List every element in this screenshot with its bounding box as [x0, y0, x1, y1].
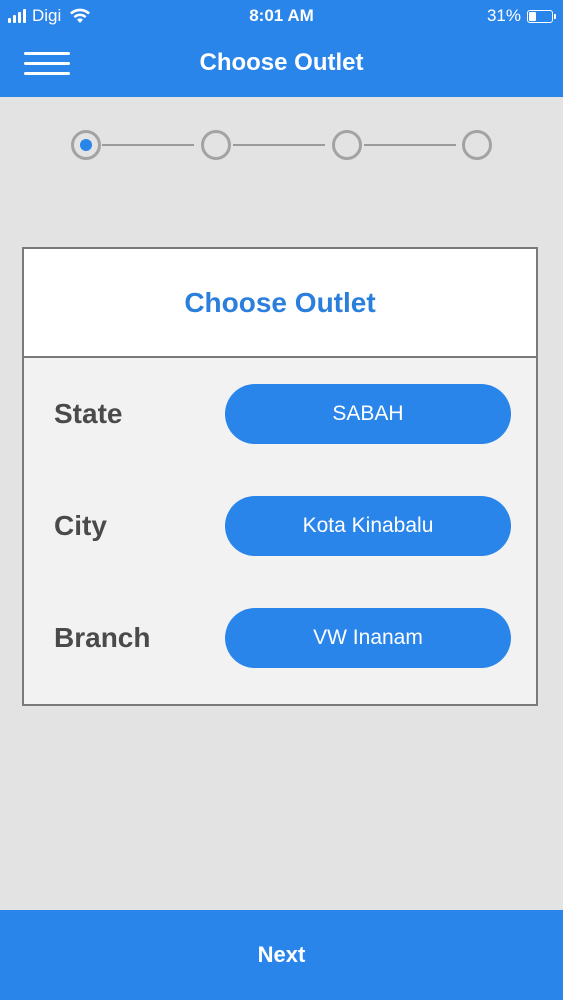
- branch-row: Branch VW Inanam: [24, 608, 536, 668]
- branch-select-button[interactable]: VW Inanam: [225, 608, 511, 668]
- status-right: 31%: [486, 6, 556, 26]
- city-select-button[interactable]: Kota Kinabalu: [225, 496, 511, 556]
- next-button[interactable]: Next: [0, 910, 563, 1000]
- outlet-card: Choose Outlet State SABAH City Kota Kina…: [22, 247, 538, 706]
- card-title: Choose Outlet: [184, 286, 376, 318]
- step-connector: [102, 144, 194, 146]
- progress-stepper: [0, 129, 563, 161]
- card-header: Choose Outlet: [24, 249, 536, 358]
- battery-percentage: 31%: [486, 6, 521, 25]
- city-value: Kota Kinabalu: [302, 514, 434, 537]
- state-value: SABAH: [332, 402, 404, 425]
- branch-label: Branch: [54, 622, 151, 653]
- next-label: Next: [257, 942, 306, 967]
- step-3-indicator: [332, 130, 362, 160]
- page-title: Choose Outlet: [199, 49, 364, 76]
- state-row: State SABAH: [24, 384, 536, 444]
- state-select-button[interactable]: SABAH: [225, 384, 511, 444]
- state-label: State: [54, 398, 123, 429]
- city-label: City: [54, 510, 107, 541]
- step-2-indicator: [201, 130, 231, 160]
- app-header: Digi 8:01 AM 31% Choose Outlet: [0, 0, 563, 97]
- status-time: 8:01 AM: [249, 6, 314, 25]
- battery-icon: [527, 9, 556, 23]
- branch-value: VW Inanam: [313, 626, 423, 649]
- status-bar: Digi 8:01 AM 31%: [0, 0, 563, 32]
- step-4-indicator: [462, 130, 492, 160]
- step-connector: [233, 144, 325, 146]
- step-1-indicator: [71, 130, 101, 160]
- step-connector: [364, 144, 456, 146]
- city-row: City Kota Kinabalu: [24, 496, 536, 556]
